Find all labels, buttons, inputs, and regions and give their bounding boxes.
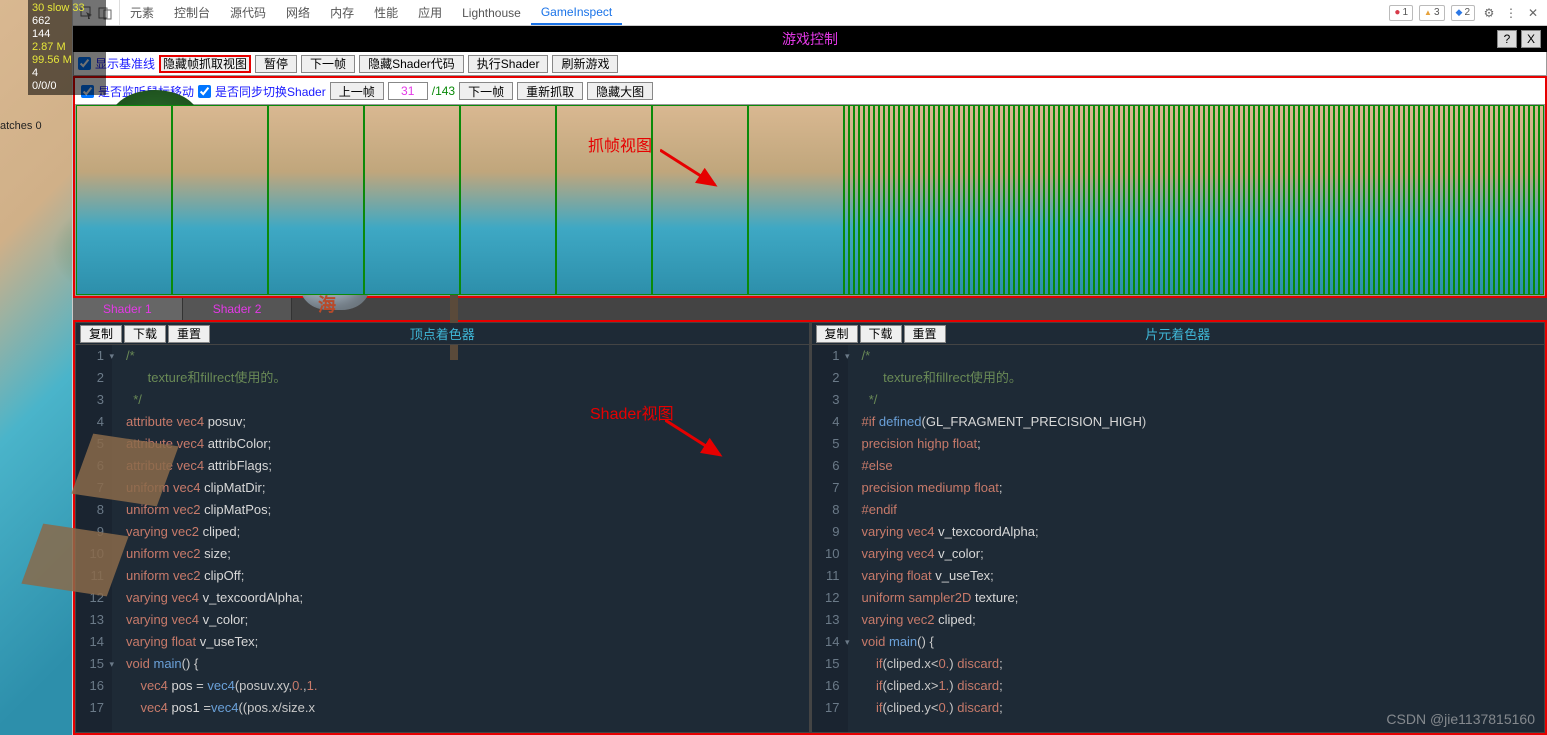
- frame-number-input[interactable]: [388, 82, 428, 100]
- devtools-tab-应用[interactable]: 应用: [408, 0, 452, 25]
- game-scene: 东海: [0, 0, 72, 735]
- close-devtools-icon[interactable]: ✕: [1525, 5, 1541, 21]
- frame-thumbnails-strip[interactable]: [75, 104, 1545, 296]
- devtools-tab-控制台[interactable]: 控制台: [164, 0, 220, 25]
- refresh-game-button[interactable]: 刷新游戏: [552, 55, 618, 73]
- frame-thumbnail[interactable]: [748, 105, 844, 295]
- help-button[interactable]: ?: [1497, 30, 1517, 48]
- shader-tab-1[interactable]: Shader 1: [73, 298, 183, 320]
- sync-shader-label: 是否同步切换Shader: [215, 83, 326, 100]
- fragment-gutter: 1234567891011121314151617: [812, 345, 848, 732]
- more-icon[interactable]: ⋮: [1503, 5, 1519, 21]
- pause-button[interactable]: 暂停: [255, 55, 297, 73]
- exec-shader-button[interactable]: 执行Shader: [468, 55, 549, 73]
- frame-control-row: 是否监听鼠标移动 是否同步切换Shader 上一帧 /143 下一帧 重新抓取 …: [75, 78, 1545, 104]
- panel-close-button[interactable]: X: [1521, 30, 1541, 48]
- watermark: CSDN @jie1137815160: [1386, 711, 1535, 727]
- frame-thumbnail[interactable]: [556, 105, 652, 295]
- download-button[interactable]: 下载: [124, 325, 166, 343]
- frame-thumbnail[interactable]: [76, 105, 172, 295]
- shader-tab-2[interactable]: Shader 2: [183, 298, 293, 320]
- panel-title: 游戏控制: [782, 29, 838, 49]
- devtools-tab-性能[interactable]: 性能: [364, 0, 408, 25]
- fragment-code[interactable]: /* texture和fillrect使用的。 */#if defined(GL…: [848, 345, 1545, 732]
- sync-shader-checkbox[interactable]: [198, 85, 211, 98]
- vertex-editor-title: 顶点着色器: [410, 324, 475, 343]
- reset-button[interactable]: 重置: [168, 325, 210, 343]
- shader-tabbar: Shader 1 Shader 2: [73, 298, 1547, 320]
- frame-thumbnail[interactable]: [172, 105, 268, 295]
- devtools-tabbar: 元素控制台源代码网络内存性能应用LighthouseGameInspect 1 …: [73, 0, 1547, 26]
- fragment-shader-editor: 复制 下载 重置 片元着色器 1234567891011121314151617…: [810, 322, 1546, 733]
- fragment-editor-title: 片元着色器: [1145, 324, 1210, 343]
- stat-count: 4: [32, 67, 102, 80]
- frame-thumbnail[interactable]: [268, 105, 364, 295]
- next-frame-button[interactable]: 下一帧: [301, 55, 355, 73]
- vertex-shader-editor: 复制 下载 重置 顶点着色器 1234567891011121314151617…: [75, 322, 810, 733]
- frame-thumbnail[interactable]: [1539, 105, 1544, 295]
- frame-thumbnail[interactable]: [652, 105, 748, 295]
- vertex-code-body[interactable]: 1234567891011121314151617 /* texture和fil…: [76, 345, 809, 732]
- download-button[interactable]: 下载: [860, 325, 902, 343]
- toggle-frameview-button[interactable]: 隐藏帧抓取视图: [159, 55, 251, 73]
- info-badge[interactable]: 2: [1451, 5, 1475, 21]
- frame-capture-area: 是否监听鼠标移动 是否同步切换Shader 上一帧 /143 下一帧 重新抓取 …: [73, 76, 1547, 298]
- next-frame-button-2[interactable]: 下一帧: [459, 82, 513, 100]
- devtools-tab-GameInspect[interactable]: GameInspect: [531, 0, 622, 25]
- devtools-panel: 元素控制台源代码网络内存性能应用LighthouseGameInspect 1 …: [72, 0, 1547, 735]
- warning-badge[interactable]: 3: [1419, 5, 1444, 21]
- prev-frame-button[interactable]: 上一帧: [330, 82, 384, 100]
- frame-total-label: /143: [432, 84, 455, 98]
- stat-fps: 30 slow 33: [32, 2, 102, 15]
- devtools-tab-内存[interactable]: 内存: [320, 0, 364, 25]
- recapture-button[interactable]: 重新抓取: [517, 82, 583, 100]
- stat-side-label: atches 0: [0, 120, 42, 132]
- reset-button[interactable]: 重置: [904, 325, 946, 343]
- stat-cache: 0/0/0: [32, 80, 102, 93]
- settings-icon[interactable]: ⚙: [1481, 5, 1497, 21]
- devtools-tab-源代码[interactable]: 源代码: [220, 0, 276, 25]
- frame-thumbnail[interactable]: [460, 105, 556, 295]
- devtools-tab-元素[interactable]: 元素: [120, 0, 164, 25]
- main-control-row: 显示基准线 隐藏帧抓取视图 暂停 下一帧 隐藏Shader代码 执行Shader…: [73, 52, 1547, 76]
- copy-button[interactable]: 复制: [80, 325, 122, 343]
- fragment-code-body[interactable]: 1234567891011121314151617 /* texture和fil…: [812, 345, 1545, 732]
- panel-titlebar: 游戏控制 ? X: [73, 26, 1547, 52]
- copy-button[interactable]: 复制: [816, 325, 858, 343]
- error-badge[interactable]: 1: [1389, 5, 1413, 21]
- vertex-code[interactable]: /* texture和fillrect使用的。 */attribute vec4…: [112, 345, 809, 732]
- devtools-tab-网络[interactable]: 网络: [276, 0, 320, 25]
- stat-mem2: 99.56 M: [32, 54, 102, 67]
- hide-big-button[interactable]: 隐藏大图: [587, 82, 653, 100]
- frame-thumbnail[interactable]: [364, 105, 460, 295]
- toggle-shader-button[interactable]: 隐藏Shader代码: [359, 55, 464, 73]
- shader-editors-area: 复制 下载 重置 顶点着色器 1234567891011121314151617…: [73, 320, 1547, 735]
- devtools-tab-Lighthouse[interactable]: Lighthouse: [452, 0, 531, 25]
- game-canvas: 东海 30 slow 33 662 144 2.87 M 99.56 M 4 0…: [0, 0, 72, 735]
